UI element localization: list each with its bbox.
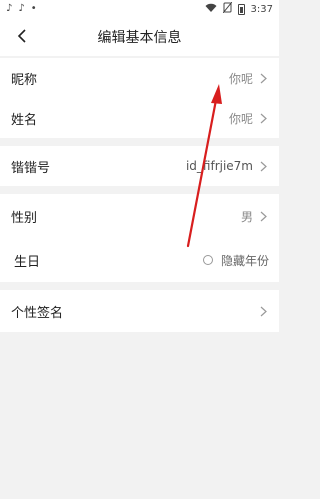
- tiktok-icon: ♪: [18, 3, 25, 14]
- name-row[interactable]: 姓名 你呢: [0, 98, 279, 138]
- personal-section: 性别 男 生日 隐藏年份: [0, 194, 279, 282]
- name-value: 你呢: [228, 111, 253, 126]
- dot-icon: •: [30, 3, 37, 14]
- signature-row[interactable]: 个性签名: [0, 290, 279, 332]
- wifi-icon: [205, 3, 217, 16]
- hide-year-label: 隐藏年份: [220, 253, 269, 268]
- chevron-right-icon: [257, 160, 269, 172]
- signature-label: 个性签名: [11, 305, 64, 321]
- chevron-right-icon: [257, 210, 269, 222]
- tiktok-icon: ♪: [6, 3, 13, 14]
- id-value: id_fifrjie7m: [185, 159, 253, 173]
- status-bar: ♪ ♪ • 3:37: [0, 0, 279, 18]
- basic-info-section: 昵称 你呢 姓名 你呢: [0, 58, 279, 138]
- divider: [0, 282, 279, 290]
- chevron-right-icon: [257, 112, 269, 124]
- birthday-row[interactable]: 生日 隐藏年份: [0, 238, 279, 282]
- chevron-right-icon: [257, 305, 269, 317]
- nickname-label: 昵称: [11, 72, 38, 88]
- back-button[interactable]: [10, 18, 34, 56]
- id-section: 锴锴号 id_fifrjie7m: [0, 146, 279, 186]
- chevron-right-icon: [257, 72, 269, 84]
- name-label: 姓名: [11, 112, 38, 128]
- gender-label: 性别: [11, 210, 38, 226]
- nickname-value: 你呢: [228, 71, 253, 86]
- battery-icon: [237, 3, 245, 15]
- nickname-row[interactable]: 昵称 你呢: [0, 58, 279, 98]
- header: 编辑基本信息: [0, 18, 279, 56]
- signature-section: 个性签名: [0, 290, 279, 332]
- gender-row[interactable]: 性别 男: [0, 194, 279, 238]
- birthday-label: 生日: [14, 254, 41, 270]
- divider: [0, 186, 279, 194]
- no-sim-icon: [222, 1, 232, 16]
- chevron-left-icon: [17, 28, 27, 47]
- gender-value: 男: [240, 209, 253, 224]
- divider: [0, 138, 279, 146]
- page-title: 编辑基本信息: [97, 30, 182, 46]
- id-row[interactable]: 锴锴号 id_fifrjie7m: [0, 146, 279, 186]
- hide-year-radio[interactable]: [202, 255, 213, 265]
- status-time: 3:37: [250, 3, 273, 15]
- id-label: 锴锴号: [11, 160, 51, 176]
